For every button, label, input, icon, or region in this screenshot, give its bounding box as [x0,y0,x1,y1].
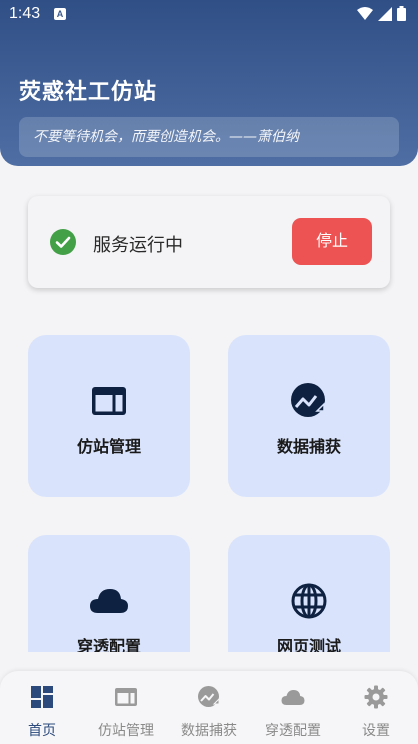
nav-label: 穿透配置 [265,723,321,739]
tile-web-test[interactable]: 网页测试 [228,535,390,652]
dashboard-icon [31,686,53,708]
nav-settings[interactable]: 设置 [334,671,418,744]
tile-label: 网页测试 [276,637,341,652]
tile-label: 穿透配置 [76,637,141,652]
app-screen: 1:43 A 荧惑社工仿站 不要等待机会，而要创造机会。——萧伯纳 服务运行中 … [0,0,418,744]
nav-tunnel-config[interactable]: 穿透配置 [251,671,335,744]
tile-site-management[interactable]: 仿站管理 [28,335,190,497]
nav-home[interactable]: 首页 [0,671,84,744]
nav-site-management[interactable]: 仿站管理 [84,671,168,744]
nav-label: 首页 [28,723,56,739]
nav-label: 设置 [362,723,390,739]
browser-window-icon [115,688,137,706]
browser-window-icon [92,387,126,415]
tile-label: 仿站管理 [76,437,141,456]
chart-trend-icon [291,383,325,417]
tile-tunnel-config[interactable]: 穿透配置 [28,535,190,652]
service-status-text: 服务运行中 [93,235,183,256]
tile-label: 数据捕获 [276,437,341,456]
cloud-icon [281,690,305,705]
gear-icon [364,685,388,709]
bottom-navigation: 首页 仿站管理 数据捕获 穿透配置 设置 [0,671,418,744]
nav-label: 数据捕获 [181,723,237,739]
check-circle-icon [50,229,76,255]
service-status-card: 服务运行中 停止 [28,196,390,288]
cloud-icon [90,589,128,613]
nav-label: 仿站管理 [98,723,154,739]
stop-button[interactable]: 停止 [292,218,372,265]
globe-icon [291,583,327,619]
nav-data-capture[interactable]: 数据捕获 [167,671,251,744]
tile-data-capture[interactable]: 数据捕获 [228,335,390,497]
content-area: 服务运行中 停止 仿站管理 数据捕获 穿透配置 网页测试 [0,0,418,652]
chart-trend-icon [198,686,220,707]
